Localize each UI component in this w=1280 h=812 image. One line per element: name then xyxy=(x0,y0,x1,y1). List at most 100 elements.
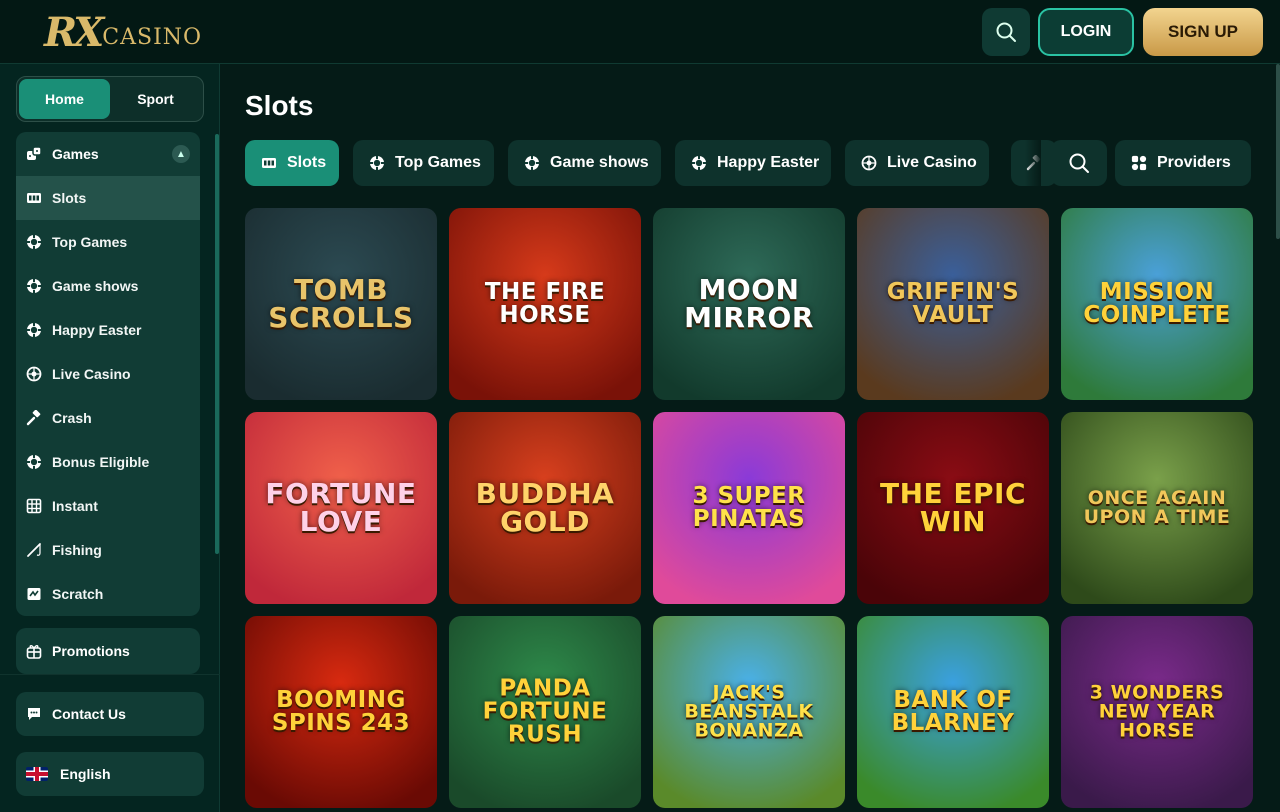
sidebar-item-top-games[interactable]: Top Games xyxy=(16,220,200,264)
chips-fade xyxy=(1025,140,1041,186)
chip-slots[interactable]: Slots xyxy=(245,140,339,186)
sidebar-item-bonus-eligible[interactable]: Bonus Eligible xyxy=(16,440,200,484)
sidebar-item-game-shows[interactable]: Game shows xyxy=(16,264,200,308)
search-icon xyxy=(996,22,1016,42)
sidebar-item-promotions[interactable]: Promotions xyxy=(16,628,200,674)
sidebar-item-label: Scratch xyxy=(52,586,104,602)
sidebar-scrollbar[interactable] xyxy=(215,134,219,554)
chip-icon xyxy=(691,155,707,171)
game-tile[interactable]: PANDA FORTUNE RUSH xyxy=(449,616,641,808)
games-nav-list: Slots Top Games Game shows Happy Easter Live… xyxy=(16,176,200,616)
main-scrollbar[interactable] xyxy=(1276,64,1280,239)
rx-casino-logo[interactable]: RX CASINO xyxy=(44,4,201,60)
sidebar-item-scratch[interactable]: Scratch xyxy=(16,572,200,616)
chip-label: Top Games xyxy=(395,154,481,171)
top-header: RX CASINO LOGIN SIGN UP xyxy=(0,0,1280,64)
game-title: 3 WONDERS NEW YEAR HORSE xyxy=(1089,681,1225,742)
hammer-icon xyxy=(26,410,42,426)
chip-icon xyxy=(26,278,42,294)
search-icon xyxy=(1069,153,1089,173)
dice-icon xyxy=(26,146,42,162)
game-title: PANDA FORTUNE RUSH xyxy=(482,675,608,748)
contact-us-button[interactable]: Contact Us xyxy=(16,692,204,736)
sidebar-item-label: Bonus Eligible xyxy=(52,454,150,470)
sidebar: Home Sport Games ▲ Slots Top Games Game sh… xyxy=(0,64,220,812)
grid-icon xyxy=(26,498,42,514)
providers-button[interactable]: Providers xyxy=(1115,140,1251,186)
chips-search-button[interactable] xyxy=(1051,140,1107,186)
sidebar-item-label: Live Casino xyxy=(52,366,131,382)
game-tile[interactable]: BANK OF BLARNEY xyxy=(857,616,1049,808)
games-section-header[interactable]: Games ▲ xyxy=(16,132,200,176)
login-button[interactable]: LOGIN xyxy=(1038,8,1134,56)
sidebar-item-slots[interactable]: Slots xyxy=(16,176,200,220)
game-tile[interactable]: THE EPIC WIN xyxy=(857,412,1049,604)
game-title: JACK'S BEANSTALK BONANZA xyxy=(684,681,814,742)
slot-machine-icon xyxy=(261,155,277,171)
chat-icon xyxy=(26,706,42,722)
sidebar-item-happy-easter[interactable]: Happy Easter xyxy=(16,308,200,352)
tab-sport[interactable]: Sport xyxy=(110,79,201,119)
scratch-icon xyxy=(26,586,42,602)
tab-home[interactable]: Home xyxy=(19,79,110,119)
game-tile[interactable]: BUDDHA GOLD xyxy=(449,412,641,604)
sidebar-item-label: Happy Easter xyxy=(52,322,142,338)
logo-casino-text: CASINO xyxy=(102,24,203,50)
chip-label: Happy Easter xyxy=(717,154,820,171)
chip-happy-easter[interactable]: Happy Easter xyxy=(675,140,831,186)
roulette-icon xyxy=(26,366,42,382)
game-tile[interactable]: GRIFFIN'S VAULT xyxy=(857,208,1049,400)
sidebar-item-label: Slots xyxy=(52,190,87,206)
game-tile[interactable]: 3 SUPER PINATAS xyxy=(653,412,845,604)
chip-icon xyxy=(26,322,42,338)
game-title: BOOMING SPINS 243 xyxy=(271,687,411,736)
sidebar-divider xyxy=(0,674,220,675)
roulette-icon xyxy=(861,155,877,171)
game-tile[interactable]: JACK'S BEANSTALK BONANZA xyxy=(653,616,845,808)
game-tile[interactable]: MISSION COINPLETE xyxy=(1061,208,1253,400)
game-title: BUDDHA GOLD xyxy=(475,477,615,538)
home-sport-toggle: Home Sport xyxy=(16,76,204,122)
game-title: THE EPIC WIN xyxy=(879,477,1027,538)
providers-grid-icon xyxy=(1131,155,1147,171)
sidebar-item-instant[interactable]: Instant xyxy=(16,484,200,528)
game-tile[interactable]: 3 WONDERS NEW YEAR HORSE xyxy=(1061,616,1253,808)
chip-label: Slots xyxy=(287,154,327,171)
chip-label: Live Casino xyxy=(887,154,977,171)
signup-button[interactable]: SIGN UP xyxy=(1143,8,1263,56)
contact-us-label: Contact Us xyxy=(52,706,126,722)
game-title: THE FIRE HORSE xyxy=(484,279,606,328)
sidebar-item-crash[interactable]: Crash xyxy=(16,396,200,440)
chip-top-games[interactable]: Top Games xyxy=(353,140,494,186)
games-section-label: Games xyxy=(52,146,99,162)
game-tile[interactable]: TOMB SCROLLS xyxy=(245,208,437,400)
sidebar-item-fishing[interactable]: Fishing xyxy=(16,528,200,572)
game-tile[interactable]: MOON MIRROR xyxy=(653,208,845,400)
game-title: FORTUNE LOVE xyxy=(265,477,417,538)
game-title: TOMB SCROLLS xyxy=(268,273,414,334)
chip-icon xyxy=(524,155,540,171)
chip-live-casino[interactable]: Live Casino xyxy=(845,140,989,186)
sidebar-item-live-casino[interactable]: Live Casino xyxy=(16,352,200,396)
game-title: MISSION COINPLETE xyxy=(1083,279,1231,328)
game-tile[interactable]: BOOMING SPINS 243 xyxy=(245,616,437,808)
language-label: English xyxy=(60,766,111,782)
games-menu: Games ▲ Slots Top Games Game shows Happy Ea… xyxy=(16,132,200,616)
fishing-rod-icon xyxy=(26,542,42,558)
game-tile[interactable]: ONCE AGAIN UPON A TIME xyxy=(1061,412,1253,604)
sidebar-item-label: Top Games xyxy=(52,234,128,250)
header-search-button[interactable] xyxy=(982,8,1030,56)
game-title: 3 SUPER PINATAS xyxy=(692,483,806,532)
game-title: ONCE AGAIN UPON A TIME xyxy=(1083,487,1231,528)
providers-label: Providers xyxy=(1157,154,1231,171)
chevron-up-icon[interactable]: ▲ xyxy=(172,145,190,163)
game-title: BANK OF BLARNEY xyxy=(891,687,1015,736)
game-tile[interactable]: THE FIRE HORSE xyxy=(449,208,641,400)
game-tile[interactable]: FORTUNE LOVE xyxy=(245,412,437,604)
category-chips: Slots Top Games Game shows Happy Easter Live… xyxy=(245,140,1265,188)
sidebar-item-label: Fishing xyxy=(52,542,102,558)
chip-game-shows[interactable]: Game shows xyxy=(508,140,661,186)
language-selector[interactable]: English xyxy=(16,752,204,796)
page-title: Slots xyxy=(245,90,314,121)
sidebar-item-label: Instant xyxy=(52,498,98,514)
